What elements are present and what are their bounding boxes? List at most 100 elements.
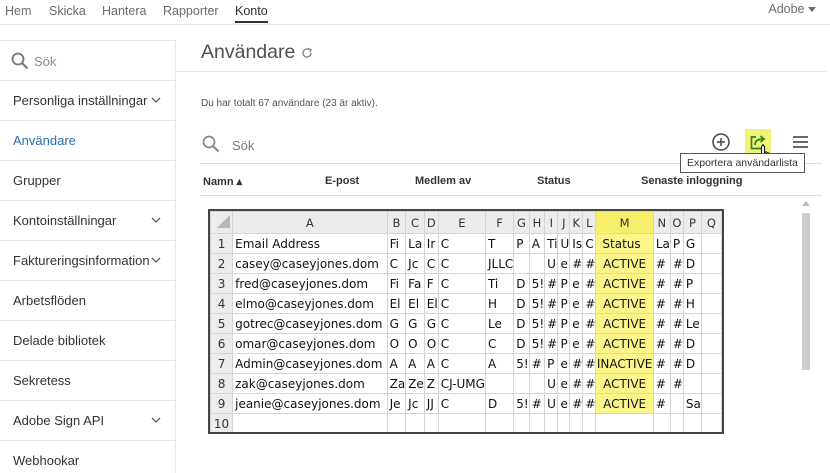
sidebar-item-account-settings[interactable]: Kontoinställningar — [0, 201, 175, 241]
spreadsheet-cell: 5! — [528, 273, 546, 294]
sidebar-item-privacy[interactable]: Sekretess — [0, 361, 175, 401]
spreadsheet-cell: elmo@caseyjones.dom — [232, 293, 388, 314]
spreadsheet-cell: # — [669, 273, 684, 294]
spreadsheet-row: 10 — [210, 413, 722, 432]
spreadsheet-cell: # — [669, 353, 684, 374]
plus-circle-icon — [712, 133, 730, 151]
add-user-button[interactable] — [708, 129, 734, 155]
spreadsheet-column-header: E — [437, 211, 486, 234]
spreadsheet-cell: D — [484, 393, 515, 414]
spreadsheet-cell — [700, 393, 722, 414]
spreadsheet-cell: D — [513, 293, 530, 314]
spreadsheet-row: 4 elmo@caseyjones.dom El El El C H D 5! # Pe # ACTIV… — [210, 293, 722, 314]
chevron-down-icon — [151, 257, 161, 263]
spreadsheet-row: 5 gotrec@caseyjones.dom G G G C Le D 5! # Pe # ACTIV… — [210, 313, 722, 334]
spreadsheet-cell: A — [405, 353, 425, 374]
status-cell: INACTIVE — [595, 353, 654, 374]
spreadsheet-cell: e — [569, 313, 584, 334]
sidebar-search[interactable]: Sök — [0, 41, 175, 81]
spreadsheet-column-header: P — [682, 211, 702, 234]
select-all-corner — [210, 211, 234, 234]
spreadsheet-cell — [700, 333, 722, 354]
sidebar-item-label: Användare — [13, 133, 76, 148]
caret-down-icon — [808, 7, 816, 12]
refresh-icon[interactable] — [301, 47, 313, 59]
spreadsheet-cell: # — [569, 373, 584, 394]
spreadsheet-column-header: H — [528, 211, 546, 234]
spreadsheet-cell: # — [569, 353, 584, 374]
spreadsheet-column-headers: ABCDEFGHIJKLMNOPQ — [210, 211, 722, 234]
column-last-login[interactable]: Senaste inloggning — [641, 175, 742, 187]
spreadsheet-cell: e — [569, 273, 584, 294]
spreadsheet-preview: A B C D E F G H I J K L M N O P Q 1 Email Address Fi La Ir C T P… — [208, 209, 724, 434]
spreadsheet-cell — [700, 293, 722, 314]
column-status[interactable]: Status — [537, 175, 571, 187]
nav-item-reports[interactable]: Rapporter — [163, 4, 219, 18]
scrollbar[interactable] — [800, 197, 812, 473]
spreadsheet-cell: O — [405, 333, 425, 354]
account-menu[interactable]: Adobe — [768, 2, 816, 16]
sidebar-item-workflows[interactable]: Arbetsflöden — [0, 281, 175, 321]
menu-button[interactable] — [787, 129, 813, 155]
spreadsheet-cell: e — [569, 293, 584, 314]
spreadsheet-cell: # — [652, 373, 671, 394]
sidebar-item-users[interactable]: Användare — [0, 121, 175, 161]
spreadsheet-cell: # — [569, 253, 584, 274]
sidebar-item-webhooks[interactable]: Webhookar — [0, 441, 175, 473]
main-panel: Användare Du har totalt 67 användare (23… — [176, 25, 830, 473]
column-email[interactable]: E-post — [325, 175, 359, 187]
spreadsheet-cell: P — [669, 233, 684, 254]
spreadsheet-cell: D — [682, 333, 702, 354]
spreadsheet-column-header: I — [544, 211, 559, 234]
spreadsheet-cell: Ze — [405, 373, 425, 394]
scrollbar-thumb[interactable] — [802, 213, 810, 370]
spreadsheet-cell: La — [405, 233, 425, 254]
spreadsheet-cell: Fa — [405, 273, 425, 294]
spreadsheet-cell — [557, 413, 571, 432]
nav-item-home[interactable]: Hem — [5, 4, 31, 18]
spreadsheet-cell: # — [544, 313, 559, 334]
search-icon — [202, 135, 220, 153]
spreadsheet-cell: 5! — [513, 393, 530, 414]
spreadsheet-cell: D — [513, 333, 530, 354]
spreadsheet-cell: P — [557, 273, 571, 294]
spreadsheet-cell — [513, 253, 530, 274]
spreadsheet-cell: C — [437, 273, 486, 294]
column-member-of[interactable]: Medlem av — [415, 175, 471, 187]
spreadsheet-column-header: B — [386, 211, 407, 234]
spreadsheet-cell — [700, 313, 722, 334]
column-name[interactable]: Namn ▴ — [203, 175, 242, 188]
nav-item-send[interactable]: Skicka — [49, 4, 86, 18]
spreadsheet-cell — [484, 373, 515, 394]
spreadsheet-cell: # — [669, 253, 684, 274]
spreadsheet-cell — [528, 373, 546, 394]
user-search[interactable]: Sök — [200, 133, 670, 163]
sidebar-item-personal-settings[interactable]: Personliga inställningar — [0, 81, 175, 121]
status-cell — [595, 413, 654, 432]
spreadsheet-row-number: 3 — [210, 273, 234, 294]
nav-item-account[interactable]: Konto — [235, 4, 268, 23]
spreadsheet-cell: # — [582, 253, 597, 274]
sidebar-item-shared-libraries[interactable]: Delade bibliotek — [0, 321, 175, 361]
scroll-up-arrow-icon[interactable] — [802, 200, 810, 206]
spreadsheet-row-number: 8 — [210, 373, 234, 394]
spreadsheet-cell: P — [544, 353, 559, 374]
spreadsheet-cell — [700, 413, 722, 432]
spreadsheet-cell: Email Address — [232, 233, 388, 254]
sidebar-item-label: Arbetsflöden — [13, 293, 86, 308]
sidebar-item-api[interactable]: Adobe Sign API — [0, 401, 175, 441]
nav-item-manage[interactable]: Hantera — [102, 4, 146, 18]
sidebar-item-label: Delade bibliotek — [13, 333, 106, 348]
sidebar-item-label: Personliga inställningar — [13, 93, 148, 108]
status-cell: Status — [595, 233, 654, 254]
spreadsheet-cell: # — [652, 333, 671, 354]
spreadsheet-row-number: 4 — [210, 293, 234, 314]
spreadsheet-column-header: G — [513, 211, 530, 234]
spreadsheet-cell: C — [437, 313, 486, 334]
spreadsheet-row-number: 2 — [210, 253, 234, 274]
sidebar-item-billing[interactable]: Faktureringsinformation — [0, 241, 175, 281]
sidebar-item-groups[interactable]: Grupper — [0, 161, 175, 201]
sidebar-item-label: Faktureringsinformation — [13, 253, 150, 268]
spreadsheet-cell: H — [682, 293, 702, 314]
spreadsheet-cell: # — [582, 333, 597, 354]
